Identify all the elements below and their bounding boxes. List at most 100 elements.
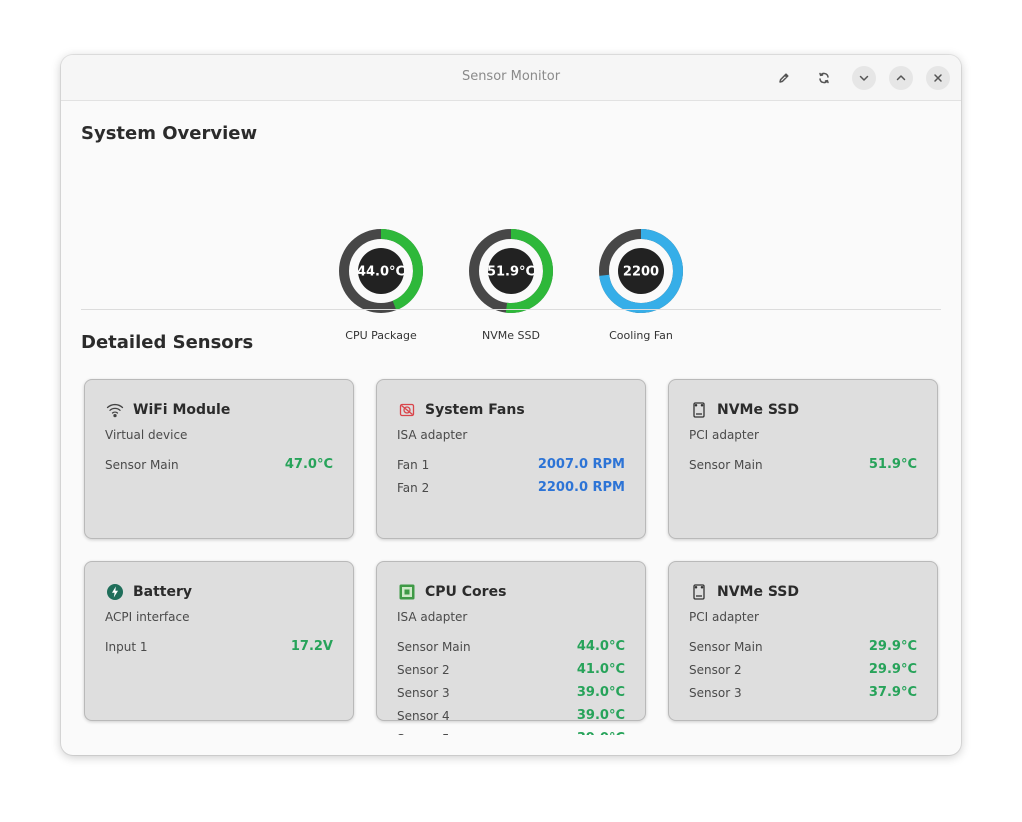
sensor-value: 41.0°C: [576, 662, 625, 677]
sensor-name: Sensor 3: [397, 685, 450, 700]
card-title: WiFi Module: [133, 402, 231, 418]
sensor-value: 2007.0 RPM: [537, 457, 625, 472]
sensor-value: 39.0°C: [576, 708, 625, 723]
gauge-ring: 44.0°C: [339, 229, 423, 313]
minimize-button[interactable]: [852, 66, 876, 90]
close-icon: [934, 74, 942, 82]
gauge-ring: 51.9°C: [469, 229, 553, 313]
sensor-name: Sensor 3: [689, 685, 742, 700]
gauge-label: NVMe SSD: [482, 329, 540, 342]
card-header: WiFi Module: [105, 400, 230, 420]
card-header: NVMe SSD: [689, 582, 799, 602]
sensor-name: Sensor Main: [689, 639, 763, 654]
chevron-down-icon: [859, 75, 869, 81]
gauge-ring: 2200: [599, 229, 683, 313]
sensor-value: 37.9°C: [868, 685, 917, 700]
drive-icon: [689, 400, 709, 420]
cpu-icon: [397, 582, 417, 602]
gauge-label: CPU Package: [345, 329, 417, 342]
sensor-value: 2200.0 RPM: [537, 480, 625, 495]
gauge-label: Cooling Fan: [609, 329, 673, 342]
sensor-card[interactable]: CPU Cores ISA adapter Sensor Main 44.0°C Sen…: [376, 561, 646, 735]
sensor-row: Sensor 4 39.0°C: [397, 704, 625, 727]
card-subtitle: PCI adapter: [689, 610, 759, 624]
sensor-name: Sensor 2: [689, 662, 742, 677]
pencil-icon: [779, 73, 789, 83]
sensor-name: Sensor Main: [689, 457, 763, 472]
edit-button[interactable]: [772, 66, 796, 90]
wifi-icon: [105, 400, 125, 420]
sensor-rows: Sensor Main 44.0°C Sensor 2 41.0°C Sensor 3 3…: [397, 635, 625, 735]
gauge: 51.9°C NVMe SSD: [456, 227, 566, 342]
card-header: CPU Cores: [397, 582, 506, 602]
card-subtitle: ISA adapter: [397, 610, 468, 624]
app-window: Sensor Monitor System Overview 44.0°C CP…: [61, 55, 961, 755]
sensor-name: Input 1: [105, 639, 148, 654]
maximize-button[interactable]: [889, 66, 913, 90]
sensor-card[interactable]: WiFi Module Virtual device Sensor Main 47.0…: [84, 379, 354, 539]
card-title: Battery: [133, 584, 193, 600]
sensor-row: Input 1 17.2V: [105, 635, 333, 658]
sensor-card[interactable]: NVMe SSD PCI adapter Sensor Main 29.9°C Sens…: [668, 561, 938, 721]
card-title: System Fans: [425, 402, 525, 418]
sensor-name: Sensor Main: [397, 639, 471, 654]
close-button[interactable]: [926, 66, 950, 90]
sensor-card[interactable]: Battery ACPI interface Input 1 17.2V: [84, 561, 354, 721]
sensor-rows: Sensor Main 47.0°C: [105, 453, 333, 476]
sensor-value: 51.9°C: [868, 457, 917, 472]
details-title: Detailed Sensors: [81, 332, 254, 353]
overview-title: System Overview: [81, 123, 258, 144]
section-divider: [81, 309, 941, 310]
sensor-card[interactable]: System Fans ISA adapter Fan 1 2007.0 RPM Fan…: [376, 379, 646, 539]
card-header: Battery: [105, 582, 192, 602]
sensor-row: Sensor 3 37.9°C: [689, 681, 917, 704]
sensor-row: Sensor 2 41.0°C: [397, 658, 625, 681]
titlebar: Sensor Monitor: [61, 55, 961, 101]
gauge: 2200 Cooling Fan: [586, 227, 696, 342]
sensor-value: 17.2V: [290, 639, 333, 654]
refresh-icon: [819, 72, 829, 84]
card-title: NVMe SSD: [717, 402, 800, 418]
sensor-name: Sensor Main: [105, 457, 179, 472]
card-header: NVMe SSD: [689, 400, 799, 420]
sensor-name: Fan 2: [397, 480, 430, 495]
sensor-row: Sensor 3 39.0°C: [397, 681, 625, 704]
sensor-value: 39.0°C: [577, 731, 625, 735]
sensor-row: Fan 1 2007.0 RPM: [397, 453, 625, 476]
gauge: 44.0°C CPU Package: [326, 227, 436, 342]
chevron-up-icon: [896, 75, 906, 81]
fan-icon: [397, 400, 417, 420]
sensor-row: Sensor Main 29.9°C: [689, 635, 917, 658]
sensor-name: Fan 1: [397, 457, 430, 472]
gauge-value: 44.0°C: [357, 265, 405, 280]
sensor-rows: Input 1 17.2V: [105, 635, 333, 658]
sensor-row: Fan 2 2200.0 RPM: [397, 476, 625, 499]
sensor-name: Sensor 4: [397, 708, 450, 723]
sensor-row: Sensor Main 44.0°C: [397, 635, 625, 658]
sensor-value: 39.0°C: [576, 685, 625, 700]
sensor-row: Sensor Main 47.0°C: [105, 453, 333, 476]
refresh-button[interactable]: [812, 66, 836, 90]
card-subtitle: ACPI interface: [105, 610, 190, 624]
sensor-name: Sensor 2: [397, 662, 450, 677]
sensor-value: 29.9°C: [868, 639, 917, 654]
gauge-value: 51.9°C: [487, 265, 535, 280]
sensor-value: 29.9°C: [868, 662, 917, 677]
card-subtitle: Virtual device: [105, 428, 188, 442]
battery-icon: [105, 582, 125, 602]
sensor-rows: Sensor Main 29.9°C Sensor 2 29.9°C Sensor 3 3…: [689, 635, 917, 704]
card-subtitle: PCI adapter: [689, 428, 759, 442]
sensor-name: Sensor 5: [397, 732, 450, 736]
sensor-rows: Sensor Main 51.9°C: [689, 453, 917, 476]
sensor-row: Sensor Main 51.9°C: [689, 453, 917, 476]
sensor-value: 47.0°C: [284, 457, 333, 472]
drive-icon: [689, 582, 709, 602]
card-subtitle: ISA adapter: [397, 428, 468, 442]
main-content: System Overview 44.0°C CPU Package 51.9°C N…: [61, 102, 961, 735]
sensor-card[interactable]: NVMe SSD PCI adapter Sensor Main 51.9°C: [668, 379, 938, 539]
card-title: NVMe SSD: [717, 584, 800, 600]
sensor-rows: Fan 1 2007.0 RPM Fan 2 2200.0 RPM: [397, 453, 625, 499]
sensor-row: Sensor 2 29.9°C: [689, 658, 917, 681]
sensor-value: 44.0°C: [576, 639, 625, 654]
sensor-row: Sensor 5 39.0°C: [397, 727, 625, 735]
